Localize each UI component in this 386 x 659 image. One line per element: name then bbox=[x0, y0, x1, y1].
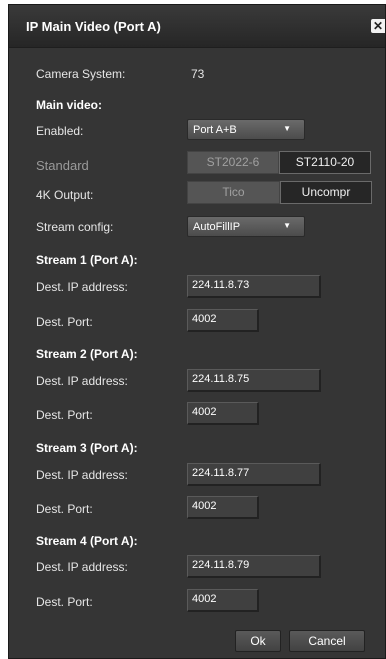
stream-1-port-label: Dest. Port: bbox=[36, 315, 93, 329]
stream-config-dropdown[interactable]: AutoFillIP ▼ bbox=[187, 216, 305, 237]
dialog-titlebar[interactable]: IP Main Video (Port A) ✕ bbox=[9, 5, 385, 48]
4k-option-uncompr[interactable]: Uncompr bbox=[280, 181, 372, 204]
stream-4-port-label: Dest. Port: bbox=[36, 595, 93, 609]
stream-3-heading: Stream 3 (Port A): bbox=[36, 441, 138, 455]
main-video-heading: Main video: bbox=[36, 98, 103, 112]
enabled-dropdown[interactable]: Port A+B ▼ bbox=[187, 119, 305, 140]
stream-2-ip-label: Dest. IP address: bbox=[36, 374, 128, 388]
stream-1-heading: Stream 1 (Port A): bbox=[36, 253, 138, 267]
stream-1-port-input[interactable]: 4002 bbox=[187, 309, 259, 332]
stream-3-port-label: Dest. Port: bbox=[36, 502, 93, 516]
chevron-down-icon: ▼ bbox=[283, 124, 291, 133]
stream-config-label: Stream config: bbox=[36, 220, 114, 234]
cancel-button[interactable]: Cancel bbox=[289, 630, 365, 652]
stream-1-ip-label: Dest. IP address: bbox=[36, 280, 128, 294]
enabled-dropdown-value: Port A+B bbox=[193, 124, 237, 136]
stream-2-heading: Stream 2 (Port A): bbox=[36, 347, 138, 361]
ip-main-video-dialog: IP Main Video (Port A) ✕ Camera System: … bbox=[8, 4, 386, 659]
stream-3-ip-label: Dest. IP address: bbox=[36, 468, 128, 482]
4k-output-label: 4K Output: bbox=[36, 188, 94, 202]
dialog-title: IP Main Video (Port A) bbox=[26, 19, 161, 34]
close-icon[interactable]: ✕ bbox=[371, 19, 385, 33]
chevron-down-icon: ▼ bbox=[283, 221, 291, 230]
camera-system-value: 73 bbox=[191, 67, 205, 81]
camera-system-label: Camera System: bbox=[36, 67, 126, 81]
stream-4-ip-input[interactable]: 224.11.8.79 bbox=[187, 555, 321, 578]
stream-2-port-label: Dest. Port: bbox=[36, 408, 93, 422]
standard-option-st2110-20[interactable]: ST2110-20 bbox=[279, 151, 371, 174]
stream-3-port-input[interactable]: 4002 bbox=[187, 496, 259, 519]
stream-3-ip-input[interactable]: 224.11.8.77 bbox=[187, 463, 321, 486]
stream-4-port-input[interactable]: 4002 bbox=[187, 589, 259, 612]
stream-config-dropdown-value: AutoFillIP bbox=[193, 221, 241, 233]
standard-option-st2022-6[interactable]: ST2022-6 bbox=[187, 151, 279, 174]
stream-4-ip-label: Dest. IP address: bbox=[36, 560, 128, 574]
4k-option-tico[interactable]: Tico bbox=[187, 181, 280, 204]
ok-button[interactable]: Ok bbox=[235, 630, 281, 652]
enabled-label: Enabled: bbox=[36, 124, 84, 138]
stream-2-ip-input[interactable]: 224.11.8.75 bbox=[187, 369, 321, 392]
stream-4-heading: Stream 4 (Port A): bbox=[36, 534, 138, 548]
stream-1-ip-input[interactable]: 224.11.8.73 bbox=[187, 275, 321, 298]
standard-label: Standard bbox=[36, 158, 89, 173]
stream-2-port-input[interactable]: 4002 bbox=[187, 402, 259, 425]
